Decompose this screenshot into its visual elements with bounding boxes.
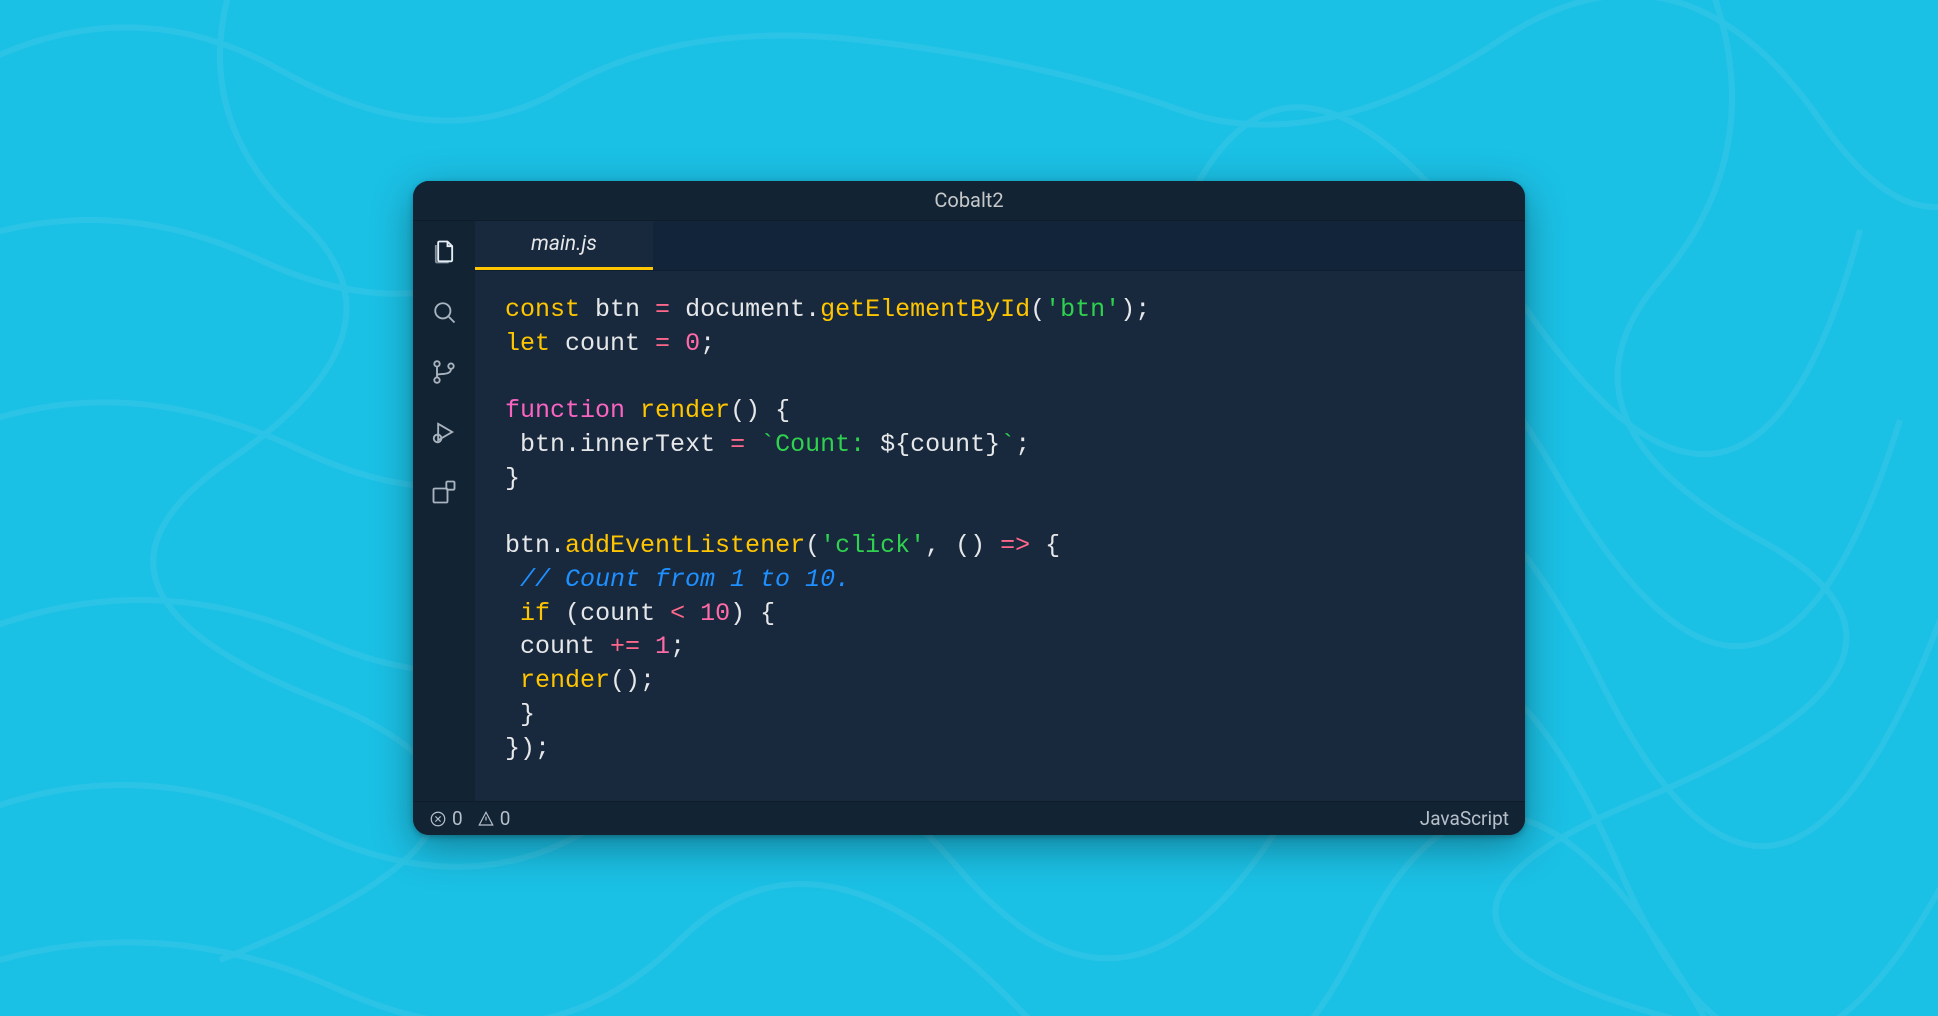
code-token: (	[1030, 295, 1045, 324]
status-bar: 0 0 JavaScript	[413, 801, 1525, 835]
code-indent	[505, 430, 520, 459]
code-token: if	[520, 599, 550, 628]
code-comment: // Count from 1 to 10.	[520, 565, 850, 594]
code-token: ()	[730, 396, 760, 425]
code-token: render	[520, 666, 610, 695]
code-token: const	[505, 295, 580, 324]
code-token: =	[640, 329, 685, 358]
error-icon	[429, 810, 447, 828]
code-token: count	[580, 599, 655, 628]
code-token: .	[805, 295, 820, 324]
code-editor[interactable]: const btn = document.getElementById('btn…	[475, 271, 1525, 802]
code-token	[550, 599, 565, 628]
code-token	[580, 295, 595, 324]
code-token: addEventListener	[565, 531, 805, 560]
tab-main-js[interactable]: main.js	[475, 221, 653, 270]
git-branch-icon[interactable]	[427, 355, 461, 389]
code-token	[550, 329, 565, 358]
code-token: render	[640, 396, 730, 425]
code-token: count	[565, 329, 640, 358]
editor-body: main.js const btn = document.getElementB…	[413, 221, 1525, 802]
code-token: innerText	[580, 430, 715, 459]
code-token: count	[910, 430, 985, 459]
window-title: Cobalt2	[934, 188, 1003, 212]
code-token: 0	[685, 329, 700, 358]
code-token: {	[745, 599, 775, 628]
code-token: 'btn'	[1045, 295, 1120, 324]
editor-window: Cobalt2	[413, 181, 1525, 836]
code-token: )	[730, 599, 745, 628]
code-token: ,	[925, 531, 955, 560]
code-token: }	[985, 430, 1000, 459]
status-language-label: JavaScript	[1420, 807, 1509, 830]
editor-main: main.js const btn = document.getElementB…	[475, 221, 1525, 802]
code-token: count	[520, 632, 595, 661]
code-indent	[505, 700, 520, 729]
code-token: ;	[700, 329, 715, 358]
code-token: {	[1045, 531, 1060, 560]
code-token: <	[655, 599, 700, 628]
code-token: );	[1120, 295, 1150, 324]
code-token: =	[715, 430, 760, 459]
code-token: ;	[670, 632, 685, 661]
code-token: 1	[655, 632, 670, 661]
search-icon[interactable]	[427, 295, 461, 329]
code-token: ()	[955, 531, 985, 560]
code-token: =	[640, 295, 685, 324]
extensions-icon[interactable]	[427, 475, 461, 509]
code-token: `	[1000, 430, 1015, 459]
files-icon[interactable]	[427, 235, 461, 269]
code-token: let	[505, 329, 550, 358]
code-token: }	[520, 700, 535, 729]
code-token: (	[805, 531, 820, 560]
status-warnings[interactable]: 0	[477, 807, 511, 830]
code-token: });	[505, 734, 550, 763]
code-token: getElementById	[820, 295, 1030, 324]
titlebar: Cobalt2	[413, 181, 1525, 221]
code-token: btn	[595, 295, 640, 324]
code-token: }	[505, 464, 520, 493]
code-token: ${	[880, 430, 910, 459]
status-warnings-count: 0	[500, 807, 511, 830]
code-token: .	[565, 430, 580, 459]
activity-bar	[413, 221, 475, 802]
code-token: +=	[595, 632, 655, 661]
code-token: btn	[505, 531, 550, 560]
tab-row: main.js	[475, 221, 1525, 271]
code-token: `	[760, 430, 775, 459]
code-token	[625, 396, 640, 425]
code-token: 'click'	[820, 531, 925, 560]
code-token: btn	[520, 430, 565, 459]
warning-icon	[477, 810, 495, 828]
code-token: Count:	[775, 430, 880, 459]
code-token: (	[565, 599, 580, 628]
code-token: 10	[700, 599, 730, 628]
code-token: ();	[610, 666, 655, 695]
debug-icon[interactable]	[427, 415, 461, 449]
status-errors[interactable]: 0	[429, 807, 463, 830]
code-token: document	[685, 295, 805, 324]
code-token: .	[550, 531, 565, 560]
code-indent	[505, 666, 520, 695]
code-token: =>	[985, 531, 1045, 560]
status-errors-count: 0	[452, 807, 463, 830]
code-indent	[505, 565, 520, 594]
code-token: {	[760, 396, 790, 425]
status-left: 0 0	[429, 807, 510, 830]
code-indent	[505, 599, 520, 628]
tab-label: main.js	[531, 232, 597, 256]
code-token: ;	[1015, 430, 1030, 459]
code-token: function	[505, 396, 625, 425]
status-language[interactable]: JavaScript	[1420, 807, 1509, 830]
code-indent	[505, 632, 520, 661]
stage: Cobalt2	[0, 0, 1938, 1016]
